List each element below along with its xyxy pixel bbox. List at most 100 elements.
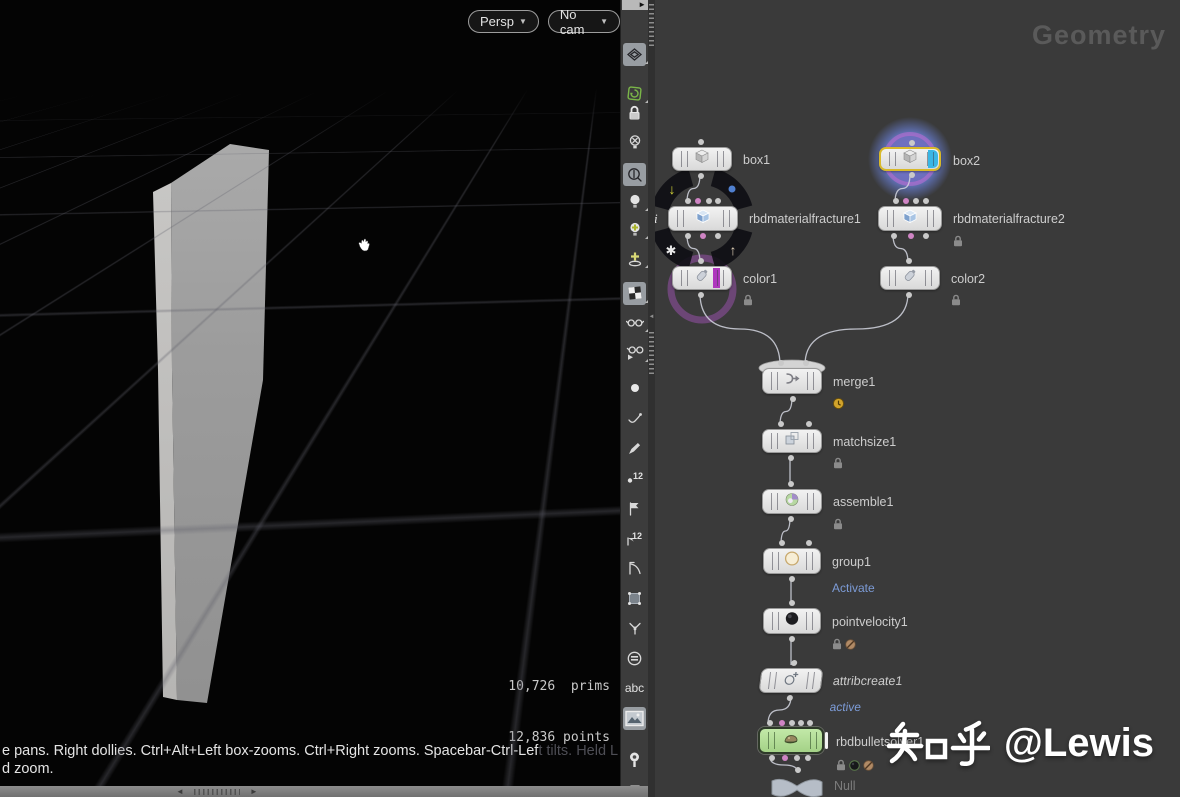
splitter-collapse-icon[interactable]: ◄ xyxy=(648,314,655,320)
node-flag-divider[interactable] xyxy=(777,493,778,510)
point-trails-icon[interactable] xyxy=(623,407,646,430)
input-port[interactable] xyxy=(706,198,712,204)
perspective-view-button[interactable]: Persp ▼ xyxy=(468,10,539,33)
output-port[interactable] xyxy=(788,455,794,461)
input-port[interactable] xyxy=(806,540,812,546)
lock-icon[interactable] xyxy=(623,102,646,125)
no-lighting-icon[interactable] xyxy=(623,131,646,154)
normal-lighting-icon[interactable] xyxy=(623,218,649,241)
output-port[interactable] xyxy=(698,292,704,298)
input-port[interactable] xyxy=(906,258,912,264)
node-rbdbulletsolver1[interactable]: rbdbulletsolver1 xyxy=(758,720,924,771)
node-flag-divider[interactable] xyxy=(777,372,778,390)
splitter-grip[interactable] xyxy=(649,330,654,374)
textured-icon[interactable] xyxy=(623,587,646,610)
node-flag-divider[interactable] xyxy=(889,270,890,286)
input-port[interactable] xyxy=(789,600,795,606)
node-merge1[interactable]: merge1 xyxy=(762,360,875,409)
node-flag-divider[interactable] xyxy=(887,210,888,227)
input-port[interactable] xyxy=(903,198,909,204)
snapshot-pin-icon[interactable] xyxy=(623,749,646,772)
node-flag-divider[interactable] xyxy=(925,270,926,286)
node-flag-divider[interactable] xyxy=(807,372,808,390)
node-flag-divider[interactable] xyxy=(931,270,932,286)
node-flag-divider[interactable] xyxy=(811,672,816,689)
input-port[interactable] xyxy=(807,720,813,726)
node-attribcreate1[interactable]: attribcreate1 active xyxy=(758,660,903,714)
node-flag-divider[interactable] xyxy=(771,372,772,390)
node-flag-divider[interactable] xyxy=(723,151,724,167)
node-flag-divider[interactable] xyxy=(807,433,808,449)
node-flag-divider[interactable] xyxy=(767,672,772,689)
node-flag-divider[interactable] xyxy=(777,433,778,449)
output-port[interactable] xyxy=(698,173,704,179)
camera-select-button[interactable]: No cam ▼ xyxy=(547,7,620,37)
node-flag-divider[interactable] xyxy=(772,552,773,570)
profile-curves-icon[interactable] xyxy=(623,557,646,580)
output-port[interactable] xyxy=(908,233,914,239)
node-flag-divider[interactable] xyxy=(717,151,718,167)
node-flag-divider[interactable] xyxy=(778,552,779,570)
node-flag-divider[interactable] xyxy=(772,612,773,630)
node-flag-divider[interactable] xyxy=(683,210,684,227)
view-tool-icon[interactable] xyxy=(623,42,649,66)
input-port[interactable] xyxy=(695,198,701,204)
output-port[interactable] xyxy=(891,233,897,239)
output-port[interactable] xyxy=(700,233,706,239)
output-port[interactable] xyxy=(790,396,796,402)
splitter-collapse-left-icon[interactable]: ◄ xyxy=(176,786,184,797)
node-flag-divider[interactable] xyxy=(813,372,814,390)
point-normals-icon[interactable] xyxy=(623,437,646,460)
output-port[interactable] xyxy=(909,172,915,178)
node-flag-divider[interactable] xyxy=(813,433,814,449)
display-material-icon[interactable] xyxy=(623,281,649,305)
node-pointvelocity1[interactable]: pointvelocity1 xyxy=(763,600,908,650)
splitter-collapse-right-icon[interactable]: ► xyxy=(250,786,258,797)
node-box1[interactable]: box1 xyxy=(672,139,770,179)
node-flag-divider[interactable] xyxy=(806,612,807,630)
node-flag-divider[interactable] xyxy=(927,210,928,227)
headlight-icon[interactable] xyxy=(623,190,649,213)
node-null1[interactable]: Null xyxy=(770,767,856,797)
output-port[interactable] xyxy=(789,636,795,642)
node-flag-divider[interactable] xyxy=(810,732,811,749)
node-flag-divider[interactable] xyxy=(687,270,688,286)
background-image-icon[interactable] xyxy=(623,706,646,730)
output-port[interactable] xyxy=(794,755,800,761)
output-port[interactable] xyxy=(782,755,788,761)
output-port[interactable] xyxy=(769,755,775,761)
node-box2[interactable]: box2 xyxy=(879,140,980,178)
node-flag-divider[interactable] xyxy=(771,433,772,449)
node-flag-divider[interactable] xyxy=(768,732,769,749)
node-flag-divider[interactable] xyxy=(723,270,724,286)
input-port[interactable] xyxy=(779,540,785,546)
output-port[interactable] xyxy=(906,292,912,298)
node-flag-divider[interactable] xyxy=(681,151,682,167)
input-port[interactable] xyxy=(715,198,721,204)
output-port[interactable] xyxy=(715,233,721,239)
node-flag-divider[interactable] xyxy=(812,612,813,630)
node-flag-divider[interactable] xyxy=(806,552,807,570)
input-port[interactable] xyxy=(923,198,929,204)
node-flag-divider[interactable] xyxy=(933,210,934,227)
input-port[interactable] xyxy=(778,360,784,366)
node-flag-divider[interactable] xyxy=(816,732,817,749)
prim-normals-icon[interactable] xyxy=(623,497,646,520)
node-flag-divider[interactable] xyxy=(805,672,810,689)
node-rbdmaterialfracture2[interactable]: rbdmaterialfracture2 xyxy=(878,198,1065,247)
high-quality-lighting-icon[interactable] xyxy=(623,247,649,270)
node-flag-divider[interactable] xyxy=(778,612,779,630)
output-port[interactable] xyxy=(789,576,795,582)
node-flag-divider[interactable] xyxy=(723,210,724,227)
display-normals-icon[interactable] xyxy=(623,617,646,640)
node-flag-divider[interactable] xyxy=(933,152,934,166)
display-options-icon[interactable] xyxy=(623,647,646,670)
smooth-shaded-icon[interactable] xyxy=(623,311,649,334)
node-color2[interactable]: color2 xyxy=(880,258,985,306)
input-port[interactable] xyxy=(795,767,801,773)
lighting-tool-icon[interactable] xyxy=(623,162,646,186)
flat-shaded-icon[interactable] xyxy=(623,341,649,364)
node-flag-divider[interactable] xyxy=(773,672,778,689)
pane-splitter-vertical[interactable]: ◄ xyxy=(648,0,655,797)
input-port[interactable] xyxy=(789,720,795,726)
